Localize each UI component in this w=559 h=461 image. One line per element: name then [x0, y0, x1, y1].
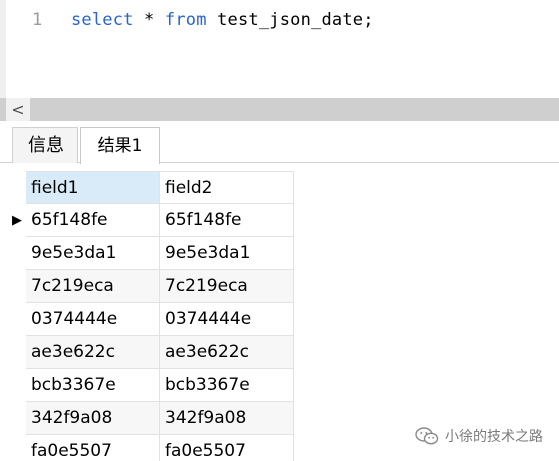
table-cell[interactable]: 65f148fe — [160, 204, 294, 237]
star-token: * — [133, 10, 165, 30]
table-cell[interactable]: 342f9a08 — [160, 402, 294, 435]
tab-result1[interactable]: 结果1 — [80, 127, 160, 164]
table-cell[interactable]: 0374444e — [160, 303, 294, 336]
current-row-indicator-icon: ▶ — [12, 213, 22, 228]
tab-info[interactable]: 信息 — [12, 127, 78, 163]
table-row[interactable]: 0374444e 0374444e — [0, 303, 294, 336]
sql-code-line[interactable]: select * from test_json_date; — [71, 10, 374, 30]
table-name-token: test_json_date; — [206, 10, 374, 30]
result-tab-bar: 信息 结果1 — [0, 121, 559, 164]
wechat-icon — [415, 427, 439, 445]
table-cell[interactable]: ae3e622c — [26, 336, 160, 369]
grid-header-row: field1 field2 — [0, 171, 294, 204]
keyword-select: select — [71, 10, 134, 30]
table-cell[interactable]: bcb3367e — [160, 369, 294, 402]
line-number: 1 — [32, 10, 43, 30]
table-row[interactable]: bcb3367e bcb3367e — [0, 369, 294, 402]
table-cell[interactable]: bcb3367e — [26, 369, 160, 402]
watermark-text: 小徐的技术之路 — [445, 429, 543, 445]
scroll-left-icon[interactable]: < — [6, 98, 30, 121]
table-cell[interactable]: 342f9a08 — [26, 402, 160, 435]
table-cell[interactable]: ae3e622c — [160, 336, 294, 369]
table-cell[interactable]: 9e5e3da1 — [160, 237, 294, 270]
table-cell[interactable]: 7c219eca — [26, 270, 160, 303]
table-cell[interactable]: fa0e5507 — [26, 435, 160, 461]
table-cell[interactable]: 7c219eca — [160, 270, 294, 303]
table-cell[interactable]: 0374444e — [26, 303, 160, 336]
table-cell[interactable]: 9e5e3da1 — [26, 237, 160, 270]
table-row[interactable]: 7c219eca 7c219eca — [0, 270, 294, 303]
editor-gutter — [0, 0, 6, 98]
table-row[interactable]: fa0e5507 fa0e5507 — [0, 435, 294, 461]
watermark: 小徐的技术之路 — [415, 424, 543, 448]
table-cell[interactable]: fa0e5507 — [160, 435, 294, 461]
column-header-field2[interactable]: field2 — [160, 171, 294, 204]
table-row[interactable]: ▶ 65f148fe 65f148fe — [0, 204, 294, 237]
keyword-from: from — [164, 10, 207, 30]
column-header-field1[interactable]: field1 — [26, 171, 160, 204]
table-cell[interactable]: 65f148fe — [26, 204, 160, 237]
sql-editor[interactable]: 1 select * from test_json_date; — [0, 0, 559, 98]
table-row[interactable]: ae3e622c ae3e622c — [0, 336, 294, 369]
horizontal-scrollbar[interactable]: < — [0, 98, 559, 121]
table-row[interactable]: 9e5e3da1 9e5e3da1 — [0, 237, 294, 270]
table-row[interactable]: 342f9a08 342f9a08 — [0, 402, 294, 435]
